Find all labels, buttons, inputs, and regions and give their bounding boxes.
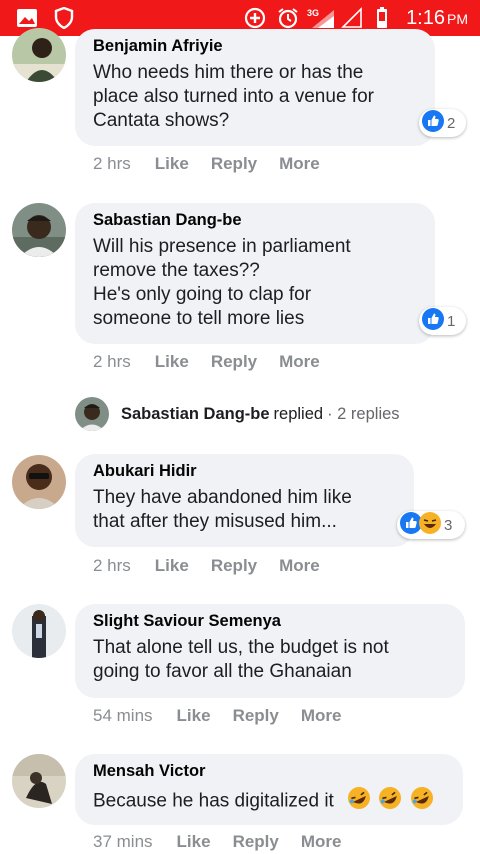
reply-button[interactable]: Reply bbox=[233, 706, 279, 726]
comment-timestamp[interactable]: 2 hrs bbox=[93, 154, 131, 174]
like-reaction-icon bbox=[422, 307, 444, 335]
comment-text: Who needs him there or has the place als… bbox=[93, 62, 374, 131]
reply-button[interactable]: Reply bbox=[211, 154, 257, 174]
haha-reaction-icon bbox=[419, 511, 441, 539]
like-reaction-icon bbox=[422, 109, 444, 137]
comment-bubble[interactable]: Benjamin Afriyie Who needs him there or … bbox=[75, 29, 435, 146]
reply-button[interactable]: Reply bbox=[211, 352, 257, 372]
like-button[interactable]: Like bbox=[155, 556, 189, 576]
avatar[interactable] bbox=[12, 754, 66, 808]
replied-label: replied bbox=[273, 404, 324, 423]
reaction-summary[interactable]: 2 bbox=[419, 109, 466, 137]
reaction-count: 2 bbox=[447, 114, 456, 132]
comment-text: That alone tell us, the budget is not go… bbox=[93, 637, 389, 682]
avatar[interactable] bbox=[12, 28, 66, 82]
comment-author[interactable]: Slight Saviour Semenya bbox=[93, 611, 448, 631]
signal-empty-icon bbox=[340, 7, 364, 29]
like-button[interactable]: Like bbox=[177, 706, 211, 726]
comment-actions: 37 mins Like Reply More bbox=[93, 832, 363, 852]
like-button[interactable]: Like bbox=[177, 832, 211, 852]
avatar[interactable] bbox=[12, 455, 66, 509]
comment-actions: 2 hrs Like Reply More bbox=[93, 556, 342, 576]
more-button[interactable]: More bbox=[301, 832, 342, 852]
reaction-count: 3 bbox=[444, 516, 453, 534]
view-replies-row[interactable]: Sabastian Dang-be replied · 2 replies bbox=[75, 397, 400, 431]
more-button[interactable]: More bbox=[279, 352, 320, 372]
rofl-emoji-icon bbox=[410, 786, 434, 817]
comment-actions: 54 mins Like Reply More bbox=[93, 706, 363, 726]
avatar[interactable] bbox=[12, 203, 66, 257]
comment-timestamp[interactable]: 2 hrs bbox=[93, 352, 131, 372]
comment-actions: 2 hrs Like Reply More bbox=[93, 352, 342, 372]
clock-ampm: PM bbox=[447, 11, 468, 27]
comment-author[interactable]: Sabastian Dang-be bbox=[93, 210, 418, 230]
comment-timestamp[interactable]: 54 mins bbox=[93, 706, 153, 726]
like-button[interactable]: Like bbox=[155, 154, 189, 174]
signal-3g-icon: 3G bbox=[306, 7, 336, 29]
reply-author-avatar bbox=[75, 397, 109, 431]
reply-button[interactable]: Reply bbox=[233, 832, 279, 852]
comment-author[interactable]: Mensah Victor bbox=[93, 761, 446, 781]
comment-text: They have abandoned him like that after … bbox=[93, 487, 352, 532]
comment-author[interactable]: Abukari Hidir bbox=[93, 461, 397, 481]
avatar[interactable] bbox=[12, 604, 66, 658]
more-button[interactable]: More bbox=[279, 556, 320, 576]
add-circle-icon bbox=[243, 7, 267, 29]
reaction-summary[interactable]: 1 bbox=[419, 307, 466, 335]
comment-actions: 2 hrs Like Reply More bbox=[93, 154, 342, 174]
comment-bubble[interactable]: Slight Saviour Semenya That alone tell u… bbox=[75, 604, 465, 698]
alarm-icon bbox=[276, 7, 300, 29]
network-label: 3G bbox=[307, 8, 319, 18]
battery-icon bbox=[374, 7, 390, 29]
reply-button[interactable]: Reply bbox=[211, 556, 257, 576]
comment-timestamp[interactable]: 2 hrs bbox=[93, 556, 131, 576]
reply-author-name: Sabastian Dang-be bbox=[121, 404, 270, 423]
clock-time: 1:16 bbox=[406, 7, 445, 29]
comment-bubble[interactable]: Abukari Hidir They have abandoned him li… bbox=[75, 454, 414, 547]
rofl-emoji-icon bbox=[378, 786, 402, 817]
comment-text: Because he has digitalized it bbox=[93, 786, 446, 817]
comment-author[interactable]: Benjamin Afriyie bbox=[93, 36, 418, 56]
shield-icon bbox=[52, 7, 76, 29]
more-button[interactable]: More bbox=[279, 154, 320, 174]
gallery-icon bbox=[14, 7, 40, 29]
comment-text-body: Because he has digitalized it bbox=[93, 790, 334, 812]
reply-count: · 2 replies bbox=[327, 404, 400, 423]
emoji-row bbox=[340, 787, 434, 812]
like-button[interactable]: Like bbox=[155, 352, 189, 372]
comment-bubble[interactable]: Mensah Victor Because he has digitalized… bbox=[75, 754, 463, 825]
more-button[interactable]: More bbox=[301, 706, 342, 726]
comment-timestamp[interactable]: 37 mins bbox=[93, 832, 153, 852]
reaction-count: 1 bbox=[447, 312, 456, 330]
comment-bubble[interactable]: Sabastian Dang-be Will his presence in p… bbox=[75, 203, 435, 344]
rofl-emoji-icon bbox=[347, 786, 371, 817]
clock: 1:16 PM bbox=[406, 7, 468, 30]
comment-text: Will his presence in parliament remove t… bbox=[93, 236, 351, 329]
reaction-summary[interactable]: 3 bbox=[397, 511, 465, 539]
